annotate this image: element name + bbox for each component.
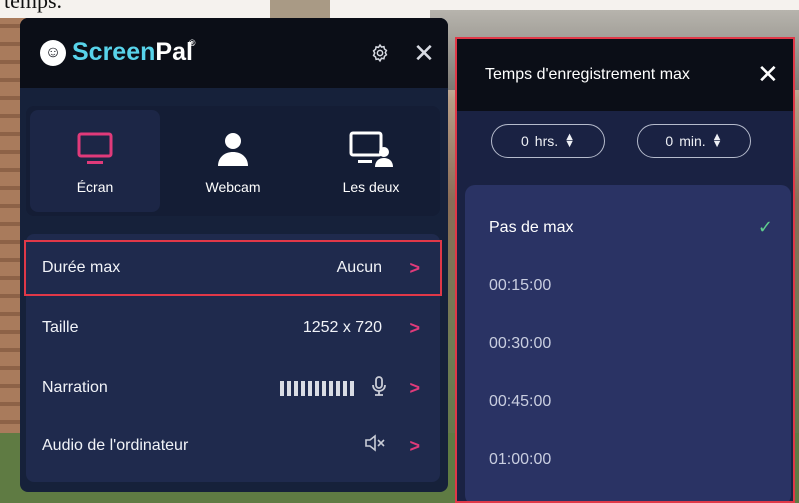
mode-webcam[interactable]: Webcam	[164, 106, 302, 216]
max-recording-time-panel: Temps d'enregistrement max ✕ 0 hrs. ▲ ▼ 0…	[455, 37, 795, 503]
dropdown-title: Temps d'enregistrement max	[485, 66, 690, 83]
option-label: Pas de max	[489, 219, 574, 236]
hours-unit: hrs.	[534, 133, 559, 149]
mode-webcam-label: Webcam	[205, 179, 261, 195]
stepper-arrows-icon[interactable]: ▲ ▼	[712, 132, 723, 150]
row-narration[interactable]: Narration >	[26, 362, 440, 414]
recorder-panel: ☺ ScreenPal® ✕ Écran Webcam Les deux Dur…	[20, 18, 448, 492]
mode-screen-label: Écran	[76, 179, 114, 195]
row-label: Audio de l'ordinateur	[42, 437, 189, 454]
mode-screen[interactable]: Écran	[30, 110, 160, 212]
checkmark-icon: ✓	[757, 217, 773, 237]
option-45min[interactable]: 00:45:00	[465, 373, 791, 431]
person-icon	[209, 127, 257, 171]
monitor-person-icon	[347, 127, 395, 171]
mode-both[interactable]: Les deux	[302, 106, 440, 216]
logo-glyph-icon: ☺	[40, 39, 66, 66]
row-max-duration[interactable]: Durée max Aucun >	[24, 240, 442, 296]
duration-options-list: Pas de max ✓ 00:15:00 00:30:00 00:45:00 …	[465, 185, 791, 501]
row-value: 1252 x 720	[302, 319, 382, 336]
chevron-right-icon: >	[409, 257, 420, 278]
monitor-icon	[71, 127, 119, 171]
minutes-value: 0	[665, 133, 674, 149]
option-15min[interactable]: 00:15:00	[465, 257, 791, 315]
close-icon[interactable]: ✕	[411, 38, 437, 68]
close-icon[interactable]: ✕	[757, 59, 779, 90]
option-label: 00:30:00	[489, 335, 552, 352]
screenpal-logo: ☺ ScreenPal®	[40, 38, 196, 67]
row-value: Aucun	[336, 259, 382, 276]
chevron-right-icon: >	[409, 317, 420, 338]
minutes-unit: min.	[679, 133, 706, 149]
speaker-muted-icon	[364, 434, 386, 457]
capture-mode-selector: Écran Webcam Les deux	[26, 106, 440, 216]
row-label: Durée max	[42, 259, 121, 276]
audio-level-meter	[280, 380, 354, 396]
option-label: 00:15:00	[489, 277, 552, 294]
row-label: Narration	[42, 379, 108, 396]
option-no-max[interactable]: Pas de max ✓	[465, 199, 791, 257]
option-label: 00:45:00	[489, 393, 552, 410]
chevron-right-icon: >	[409, 377, 420, 398]
microphone-icon	[372, 376, 386, 401]
hours-stepper[interactable]: 0 hrs. ▲ ▼	[491, 124, 605, 158]
chevron-right-icon: >	[409, 435, 420, 456]
settings-gear-icon[interactable]	[367, 40, 393, 66]
option-label: 01:00:00	[489, 451, 552, 468]
mode-both-label: Les deux	[342, 179, 400, 195]
row-label: Taille	[42, 319, 79, 336]
minutes-stepper[interactable]: 0 min. ▲ ▼	[637, 124, 751, 158]
dropdown-header: Temps d'enregistrement max ✕	[457, 39, 793, 111]
panel-header: ☺ ScreenPal® ✕	[20, 18, 448, 88]
hours-value: 0	[520, 133, 529, 149]
settings-list: Durée max Aucun > Taille 1252 x 720 > Na…	[24, 234, 442, 482]
option-60min[interactable]: 01:00:00	[465, 431, 791, 489]
stepper-arrows-icon[interactable]: ▲ ▼	[564, 132, 575, 150]
row-size[interactable]: Taille 1252 x 720 >	[26, 302, 440, 354]
option-30min[interactable]: 00:30:00	[465, 315, 791, 373]
row-computer-audio[interactable]: Audio de l'ordinateur >	[26, 420, 440, 472]
background-caption: temps.	[0, 0, 69, 14]
